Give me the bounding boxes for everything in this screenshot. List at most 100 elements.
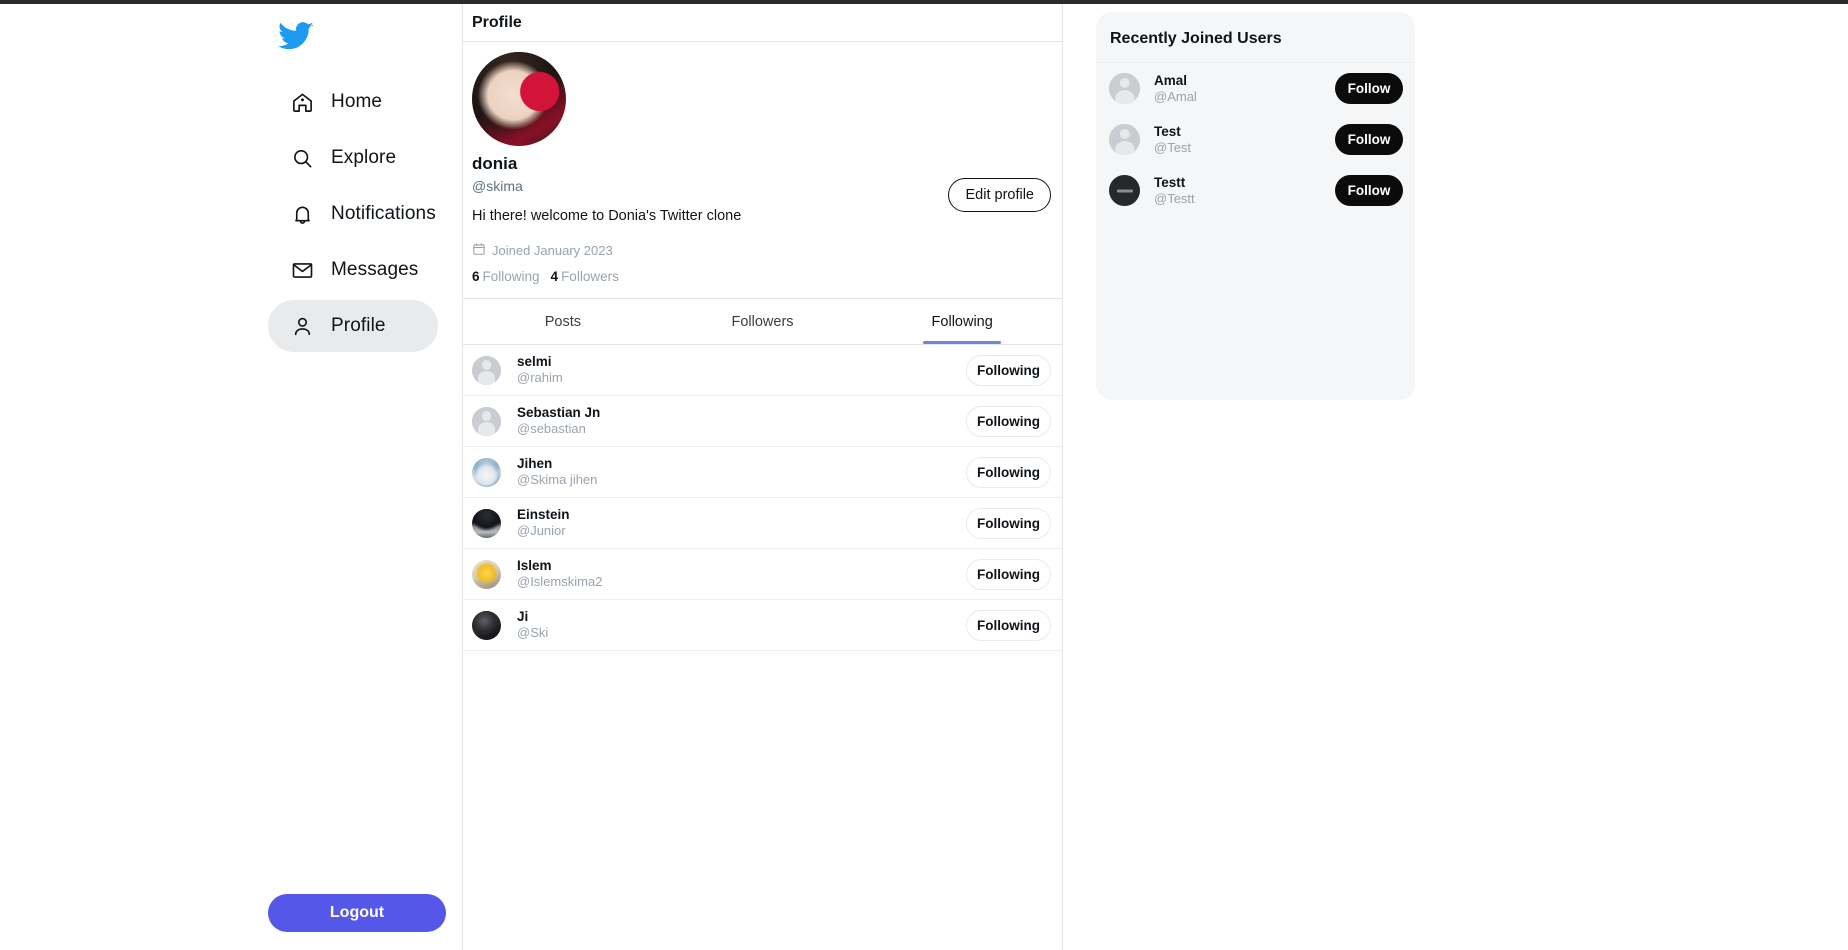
left-navigation: Home Explore Notifications Messages Prof… (0, 4, 462, 950)
followers-count: 4 (550, 269, 559, 284)
calendar-icon (472, 242, 486, 259)
user-handle: @Amal (1154, 88, 1197, 104)
following-button[interactable]: Following (966, 456, 1051, 488)
avatar[interactable] (472, 355, 501, 385)
user-meta: Sebastian Jn @sebastian (517, 405, 600, 437)
user-meta: Test @Test (1154, 124, 1191, 156)
profile-tabs: Posts Followers Following (463, 299, 1062, 345)
following-button[interactable]: Following (966, 507, 1051, 539)
avatar[interactable] (472, 52, 566, 146)
sidebar-item-profile[interactable]: Profile (268, 300, 438, 352)
tab-label: Following (931, 313, 993, 330)
user-meta: Amal @Amal (1154, 73, 1197, 105)
profile-photo (472, 52, 566, 146)
user-photo (472, 508, 501, 538)
avatar[interactable] (472, 406, 501, 436)
user-name: Testt (1154, 174, 1186, 190)
followers-stat-label: Followers (561, 269, 619, 284)
avatar[interactable] (472, 610, 501, 640)
list-item[interactable]: Ji @Ski Following (463, 600, 1062, 651)
list-item[interactable]: Amal @Amal Follow (1096, 63, 1415, 114)
user-handle: @Skima jihen (517, 472, 598, 487)
following-count: 6 (472, 269, 480, 284)
main-content-column: Profile donia @skima Hi there! welcome t… (462, 4, 1063, 950)
sidebar-item-label: Home (331, 91, 383, 112)
user-handle: @Junior (517, 523, 566, 538)
list-item[interactable]: Islem @Islemskima2 Following (463, 549, 1062, 600)
following-button[interactable]: Following (966, 405, 1051, 437)
avatar[interactable] (1109, 124, 1140, 155)
avatar[interactable] (472, 457, 501, 487)
user-handle: @rahim (517, 370, 563, 385)
user-name: Sebastian Jn (517, 405, 601, 420)
list-item[interactable]: Sebastian Jn @sebastian Following (463, 396, 1062, 447)
sidebar-item-label: Notifications (331, 203, 436, 224)
twitter-bird-icon[interactable] (278, 18, 314, 54)
user-name: selmi (517, 354, 552, 369)
tab-followers[interactable]: Followers (663, 299, 863, 344)
user-name: Amal (1154, 72, 1188, 88)
following-list: selmi @rahim Following Sebastian Jn @seb… (463, 345, 1062, 651)
user-name: Ji (517, 609, 529, 624)
app-root: Home Explore Notifications Messages Prof… (0, 4, 1848, 950)
user-meta: Jihen @Skima jihen (517, 456, 597, 488)
list-item[interactable]: Testt @Testt Follow (1096, 165, 1415, 216)
card-title: Recently Joined Users (1096, 12, 1415, 63)
user-photo (472, 457, 501, 487)
user-name: Islem (517, 558, 552, 573)
tab-label: Followers (731, 313, 794, 330)
page-header: Profile (463, 4, 1062, 42)
sidebar-item-home[interactable]: Home (268, 76, 438, 128)
user-photo (472, 610, 501, 640)
avatar[interactable] (472, 508, 501, 538)
avatar[interactable] (1109, 175, 1140, 206)
sidebar-item-notifications[interactable]: Notifications (268, 188, 438, 240)
following-button[interactable]: Following (966, 609, 1051, 641)
avatar[interactable] (1109, 73, 1140, 104)
follow-button[interactable]: Follow (1335, 124, 1403, 155)
list-item[interactable]: Test @Test Follow (1096, 114, 1415, 165)
tab-posts[interactable]: Posts (463, 299, 663, 344)
user-name: Test (1154, 123, 1181, 139)
logout-button[interactable]: Logout (268, 894, 446, 932)
user-handle: @sebastian (517, 421, 586, 436)
nav-items: Home Explore Notifications Messages Prof… (268, 76, 438, 356)
person-placeholder-icon (1109, 73, 1140, 104)
envelope-icon (290, 258, 314, 282)
follow-button[interactable]: Follow (1335, 73, 1403, 104)
sidebar-item-messages[interactable]: Messages (268, 244, 438, 296)
page-title: Profile (472, 13, 522, 31)
avatar[interactable] (472, 559, 501, 589)
user-meta: Islem @Islemskima2 (517, 558, 602, 590)
following-button[interactable]: Following (966, 354, 1051, 386)
follow-button[interactable]: Follow (1335, 175, 1403, 206)
user-photo (1109, 175, 1140, 206)
user-photo (472, 559, 501, 589)
user-meta: Ji @Ski (517, 609, 548, 641)
tab-label: Posts (544, 313, 581, 330)
list-item[interactable]: selmi @rahim Following (463, 345, 1062, 396)
profile-stats: 6 Following 4 Followers (472, 269, 1052, 284)
list-item[interactable]: Einstein @Junior Following (463, 498, 1062, 549)
person-placeholder-icon (472, 406, 501, 436)
list-item[interactable]: Jihen @Skima jihen Following (463, 447, 1062, 498)
following-stat[interactable]: 6 Following (472, 269, 540, 284)
user-meta: Einstein @Junior (517, 507, 570, 539)
joined-text: Joined January 2023 (492, 243, 613, 258)
user-handle: @Ski (517, 625, 549, 640)
search-icon (290, 146, 314, 170)
followers-stat[interactable]: 4 Followers (551, 269, 619, 284)
home-icon (290, 90, 314, 114)
user-meta: Testt @Testt (1154, 175, 1195, 207)
right-sidebar: Recently Joined Users Amal @Amal Follow … (1063, 4, 1848, 950)
following-stat-label: Following (482, 269, 540, 284)
user-handle: @Testt (1154, 190, 1195, 206)
tab-following[interactable]: Following (862, 299, 1062, 344)
following-button[interactable]: Following (966, 558, 1051, 590)
recently-joined-users-card: Recently Joined Users Amal @Amal Follow … (1096, 12, 1415, 400)
user-meta: selmi @rahim (517, 354, 563, 386)
user-name: Jihen (517, 456, 553, 471)
user-handle: @Islemskima2 (517, 574, 603, 589)
sidebar-item-explore[interactable]: Explore (268, 132, 438, 184)
edit-profile-button[interactable]: Edit profile (948, 178, 1051, 212)
